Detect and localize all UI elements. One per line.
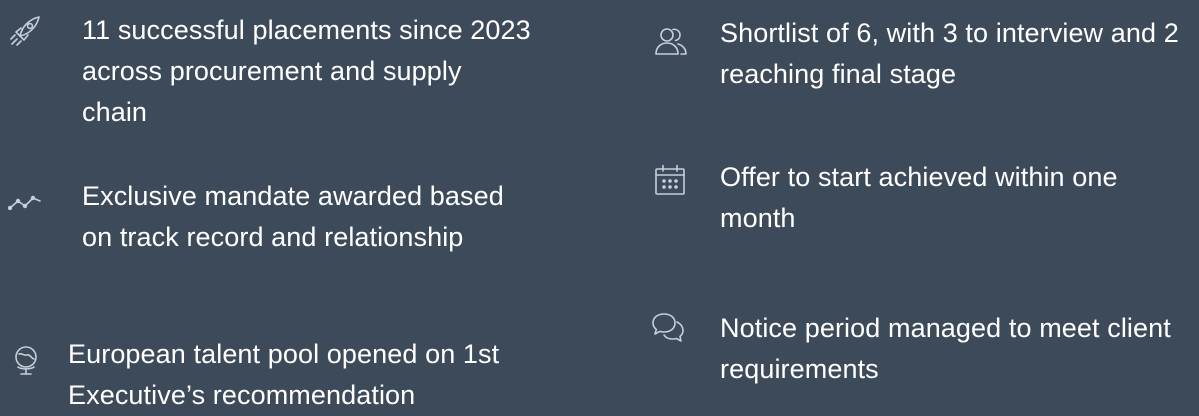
highlight-shortlist: Shortlist of 6, with 3 to interview and … [640, 0, 1199, 110]
highlight-text: European talent pool opened on 1st Execu… [68, 339, 500, 410]
highlight-text: Notice period managed to meet client req… [720, 313, 1171, 384]
calendar-icon [653, 163, 687, 197]
highlight-text: Exclusive mandate awarded based on track… [82, 181, 504, 252]
highlight-text: Shortlist of 6, with 3 to interview and … [720, 18, 1179, 89]
highlight-text: Offer to start achieved within one month [720, 162, 1118, 233]
highlight-offer: Offer to start achieved within one month [640, 160, 1199, 260]
rocket-icon [8, 14, 42, 48]
chat-icon [651, 311, 685, 345]
highlight-placements: 11 successful placements since 2023 acro… [0, 0, 560, 140]
highlight-mandate: Exclusive mandate awarded based on track… [0, 168, 560, 308]
trend-line-icon [8, 190, 42, 224]
people-icon [654, 24, 688, 58]
highlight-text: 11 successful placements since 2023 acro… [82, 15, 531, 127]
highlight-notice-period: Notice period managed to meet client req… [640, 310, 1199, 415]
globe-icon [10, 343, 44, 377]
highlight-talent-pool: European talent pool opened on 1st Execu… [0, 332, 560, 415]
